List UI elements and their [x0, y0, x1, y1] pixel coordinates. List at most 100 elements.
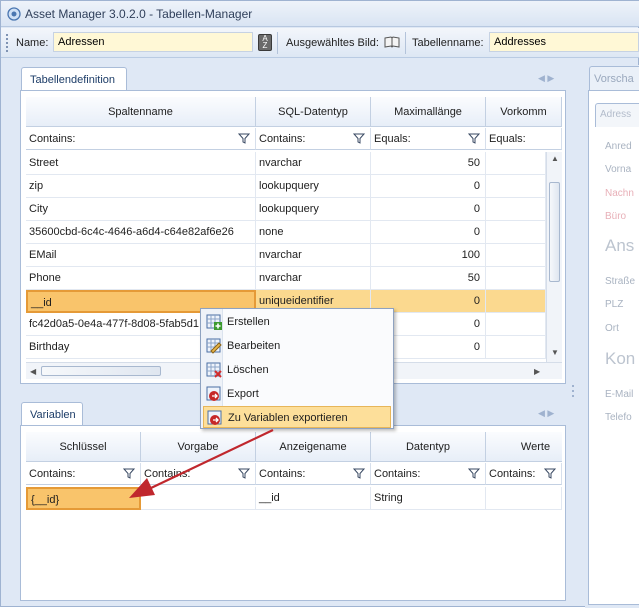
tabellenname-input[interactable]: Addresses	[489, 32, 639, 52]
cell-spaltenname[interactable]: 35600cbd-6c4c-4646-a6d4-c64e82af6e26	[26, 221, 256, 244]
splitter-grip[interactable]	[572, 385, 574, 387]
scroll-down-arrow-icon[interactable]: ▼	[551, 348, 559, 357]
horizontal-scroll-thumb[interactable]	[41, 366, 161, 376]
filter-cell[interactable]: Contains:	[486, 463, 562, 485]
filter-icon[interactable]	[353, 468, 365, 479]
field-label: PLZ	[605, 299, 624, 310]
name-input[interactable]: Adressen	[53, 32, 253, 52]
menu-item-loeschen[interactable]: Löschen	[203, 359, 391, 381]
cell-vorkommen[interactable]	[486, 313, 546, 336]
sort-az-icon[interactable]: AZ	[258, 34, 272, 51]
column-header-spaltenname[interactable]: Spaltenname	[26, 97, 256, 127]
cell-anzeigename[interactable]: __id	[256, 487, 371, 510]
tab-nav-arrows[interactable]: ◀ ▶	[538, 73, 554, 84]
menu-item-label: Export	[227, 388, 259, 400]
cell-maximallaenge[interactable]: 50	[371, 267, 486, 290]
book-icon[interactable]	[384, 36, 400, 48]
tab-nav-arrows[interactable]: ◀ ▶	[538, 408, 554, 419]
cell-vorkommen[interactable]	[486, 336, 546, 359]
cell-vorkommen[interactable]	[486, 267, 546, 290]
toolbar-grip[interactable]	[6, 34, 9, 52]
filter-cell[interactable]: Contains:	[26, 463, 141, 485]
cell-vorkommen[interactable]	[486, 175, 546, 198]
cell-vorkommen[interactable]	[486, 244, 546, 267]
cell-sql-datentyp[interactable]: nvarchar	[256, 244, 371, 267]
menu-item-label: Erstellen	[227, 316, 270, 328]
name-label: Name:	[16, 37, 49, 49]
filter-icon[interactable]	[544, 468, 556, 479]
column-header-maximallaenge[interactable]: Maximallänge	[371, 97, 486, 127]
filter-cell[interactable]: Contains:	[371, 463, 486, 485]
cell-vorgabe[interactable]	[141, 487, 256, 510]
cell-spaltenname[interactable]: Phone	[26, 267, 256, 290]
cell-sql-datentyp[interactable]: none	[256, 221, 371, 244]
menu-item-label: Löschen	[227, 364, 269, 376]
menu-item-erstellen[interactable]: Erstellen	[203, 311, 391, 333]
vertical-scroll-thumb[interactable]	[549, 182, 560, 282]
vertical-scrollbar[interactable]: ▲ ▼	[546, 152, 562, 362]
app-window: Asset Manager 3.0.2.0 - Tabellen-Manager…	[0, 0, 639, 608]
filter-operator: Contains:	[144, 468, 191, 480]
tab-vorschau[interactable]: Vorscha	[589, 66, 639, 90]
filter-cell[interactable]: Contains:	[256, 128, 371, 150]
cell-vorkommen[interactable]	[486, 152, 546, 175]
filter-cell[interactable]: Contains:	[26, 128, 256, 150]
column-header-sql-datentyp[interactable]: SQL-Datentyp	[256, 97, 371, 127]
scroll-up-arrow-icon[interactable]: ▲	[551, 154, 559, 163]
cell-maximallaenge[interactable]: 100	[371, 244, 486, 267]
menu-item-zu-variablen-exportieren[interactable]: Zu Variablen exportieren	[203, 406, 391, 428]
column-header-vorgabe[interactable]: Vorgabe	[141, 432, 256, 462]
menu-item-export[interactable]: Export	[203, 383, 391, 405]
title-bar: Asset Manager 3.0.2.0 - Tabellen-Manager	[1, 1, 639, 27]
cell-spaltenname[interactable]: Street	[26, 152, 256, 175]
filter-icon[interactable]	[468, 468, 480, 479]
filter-icon[interactable]	[353, 133, 365, 144]
scroll-left-arrow-icon[interactable]: ◀	[30, 367, 36, 376]
filter-cell[interactable]: Contains:	[256, 463, 371, 485]
toolbar-separator	[277, 32, 278, 54]
menu-item-bearbeiten[interactable]: Bearbeiten	[203, 335, 391, 357]
filter-icon[interactable]	[123, 468, 135, 479]
filter-icon[interactable]	[238, 468, 250, 479]
tab-tabellendefinition[interactable]: Tabellendefinition	[21, 67, 127, 91]
cell-maximallaenge[interactable]: 50	[371, 152, 486, 175]
tabellenname-label: Tabellenname:	[412, 37, 484, 49]
column-header-werte[interactable]: Werte	[486, 432, 562, 462]
column-header-vorkommen[interactable]: Vorkomm	[486, 97, 562, 127]
filter-operator: Contains:	[374, 468, 421, 480]
filter-operator: Contains:	[259, 468, 306, 480]
tab-adresse[interactable]: Adress	[595, 103, 639, 127]
filter-cell[interactable]: Equals:	[371, 128, 486, 150]
splitter-grip[interactable]	[572, 395, 574, 397]
cell-maximallaenge[interactable]: 0	[371, 175, 486, 198]
filter-icon[interactable]	[468, 133, 480, 144]
splitter-grip[interactable]	[572, 390, 574, 392]
section-heading: Kon	[605, 349, 636, 368]
variablen-grid: Schlüssel Vorgabe Anzeigename Datentyp W…	[26, 432, 562, 597]
cell-vorkommen[interactable]	[486, 221, 546, 244]
column-header-anzeigename[interactable]: Anzeigename	[256, 432, 371, 462]
filter-cell[interactable]: Contains:	[141, 463, 256, 485]
cell-spaltenname[interactable]: zip	[26, 175, 256, 198]
window-title: Asset Manager 3.0.2.0 - Tabellen-Manager	[25, 7, 253, 21]
cell-vorkommen[interactable]	[486, 198, 546, 221]
table-delete-icon	[206, 362, 222, 378]
tab-variablen[interactable]: Variablen	[21, 402, 83, 426]
cell-maximallaenge[interactable]: 0	[371, 198, 486, 221]
cell-spaltenname[interactable]: City	[26, 198, 256, 221]
scroll-right-arrow-icon[interactable]: ▶	[534, 367, 540, 376]
cell-maximallaenge[interactable]: 0	[371, 221, 486, 244]
cell-sql-datentyp[interactable]: nvarchar	[256, 152, 371, 175]
cell-schluessel-selected[interactable]: {__id}	[26, 487, 141, 510]
cell-sql-datentyp[interactable]: lookupquery	[256, 175, 371, 198]
filter-cell[interactable]: Equals:	[486, 128, 562, 150]
cell-sql-datentyp[interactable]: lookupquery	[256, 198, 371, 221]
filter-icon[interactable]	[238, 133, 250, 144]
cell-sql-datentyp[interactable]: nvarchar	[256, 267, 371, 290]
column-header-datentyp[interactable]: Datentyp	[371, 432, 486, 462]
cell-vorkommen[interactable]	[486, 290, 546, 313]
cell-datentyp[interactable]: String	[371, 487, 486, 510]
column-header-schluessel[interactable]: Schlüssel	[26, 432, 141, 462]
cell-spaltenname[interactable]: EMail	[26, 244, 256, 267]
cell-werte[interactable]	[486, 487, 562, 510]
